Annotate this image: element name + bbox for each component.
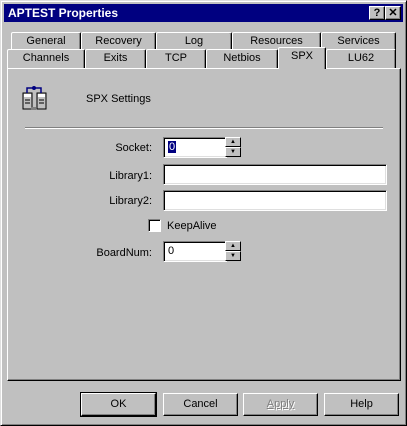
library1-label: Library1:	[109, 170, 152, 182]
boardnum-label: BoardNum:	[96, 247, 152, 259]
keepalive-checkbox[interactable]	[148, 219, 161, 232]
boardnum-spinner[interactable]: ▲ ▼	[225, 241, 241, 261]
socket-input[interactable]: 0	[163, 137, 227, 158]
boardnum-input[interactable]: 0	[163, 241, 227, 262]
spin-up-icon[interactable]: ▲	[225, 137, 241, 147]
help-button[interactable]: Help	[324, 393, 399, 416]
close-icon[interactable]: ✕	[385, 6, 401, 20]
separator	[25, 127, 383, 129]
tab-channels[interactable]: Channels	[7, 49, 85, 69]
keepalive-label[interactable]: KeepAlive	[167, 220, 217, 232]
section-title: SPX Settings	[86, 93, 151, 105]
apply-label: Apply	[266, 398, 295, 410]
spin-down-icon[interactable]: ▼	[225, 251, 241, 261]
tab-tcp[interactable]: TCP	[146, 49, 206, 69]
apply-button[interactable]: Apply	[243, 393, 318, 416]
tab-netbios[interactable]: Netbios	[206, 49, 278, 69]
network-computers-icon	[22, 86, 47, 110]
tab-lu62[interactable]: LU62	[326, 49, 396, 69]
library2-label: Library2:	[109, 195, 152, 207]
library2-input[interactable]	[163, 190, 387, 211]
spin-down-icon[interactable]: ▼	[225, 147, 241, 157]
library1-input[interactable]	[163, 164, 387, 185]
title-bar: APTEST Properties ? ✕	[4, 4, 403, 22]
tab-spx[interactable]: SPX	[278, 47, 326, 69]
help-icon[interactable]: ?	[369, 6, 385, 20]
ok-button[interactable]: OK	[80, 392, 157, 417]
tab-exits[interactable]: Exits	[85, 49, 146, 69]
socket-value: 0	[168, 141, 177, 153]
socket-label: Socket:	[115, 142, 152, 154]
window-title: APTEST Properties	[8, 6, 119, 20]
spin-up-icon[interactable]: ▲	[225, 241, 241, 251]
socket-spinner[interactable]: ▲ ▼	[225, 137, 241, 157]
cancel-button[interactable]: Cancel	[163, 393, 238, 416]
properties-window: APTEST Properties ? ✕ General Recovery L…	[0, 0, 407, 426]
